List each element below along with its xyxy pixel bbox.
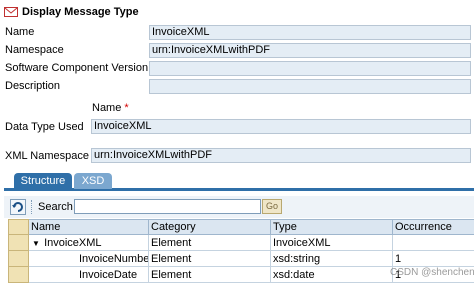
go-button[interactable]: Go (262, 199, 282, 214)
tab-strip: Structure XSD (4, 173, 474, 191)
page-title: Display Message Type (22, 6, 139, 18)
column-header-type[interactable]: Type (270, 219, 393, 235)
row-selector[interactable] (8, 266, 29, 283)
description-label: Description (5, 80, 61, 92)
name-cell: InvoiceDate (28, 266, 149, 283)
search-input[interactable] (74, 199, 261, 214)
search-label: Search (38, 201, 73, 213)
toolbar-divider (31, 200, 33, 214)
column-header-name[interactable]: Name (28, 219, 149, 235)
required-marker: * (124, 102, 129, 114)
data-type-name-text: Name (92, 102, 122, 114)
name-label: Name (5, 26, 35, 38)
row-selector[interactable] (8, 250, 29, 267)
refresh-button[interactable] (10, 199, 26, 215)
tab-structure[interactable]: Structure (14, 173, 72, 189)
description-field[interactable] (149, 79, 471, 94)
watermark: CSDN @shenchen02 (390, 267, 474, 278)
type-cell: InvoiceXML (270, 234, 393, 251)
namespace-field[interactable]: urn:InvoiceXMLwithPDF (149, 43, 471, 58)
tab-xsd[interactable]: XSD (74, 173, 112, 189)
column-header-category[interactable]: Category (148, 219, 271, 235)
category-cell: Element (148, 266, 271, 283)
name-cell: ▼ InvoiceXML (28, 234, 149, 251)
table-header-row: Name Category Type Occurrence (8, 219, 474, 235)
data-type-used-field[interactable]: InvoiceXML (91, 119, 471, 134)
row-selector[interactable] (8, 234, 29, 251)
occurrence-cell: 1 (392, 250, 474, 267)
occurrence-cell (392, 234, 474, 251)
data-type-name-label: Name * (92, 101, 129, 115)
refresh-icon (12, 202, 23, 212)
namespace-label: Namespace (5, 44, 64, 56)
table-toolbar: Search Go (4, 196, 474, 218)
name-cell: InvoiceNumber (28, 250, 149, 267)
software-component-version-label: Software Component Version (5, 62, 149, 74)
page-header: Display Message Type (4, 4, 139, 20)
node-name: InvoiceXML (44, 236, 102, 249)
xml-namespace-field[interactable]: urn:InvoiceXMLwithPDF (91, 148, 471, 163)
message-type-icon (4, 6, 18, 18)
select-all-cell[interactable] (8, 219, 29, 235)
collapse-toggle[interactable]: ▼ (31, 239, 41, 248)
type-cell: xsd:date (270, 266, 393, 283)
column-header-occurrence[interactable]: Occurrence (392, 219, 474, 235)
category-cell: Element (148, 234, 271, 251)
type-cell: xsd:string (270, 250, 393, 267)
software-component-version-field[interactable] (149, 61, 471, 76)
data-type-used-label: Data Type Used (5, 121, 84, 133)
table-row[interactable]: InvoiceNumber Element xsd:string 1 (8, 250, 474, 267)
xml-namespace-label: XML Namespace (5, 150, 89, 162)
category-cell: Element (148, 250, 271, 267)
name-field[interactable]: InvoiceXML (149, 25, 471, 40)
table-row[interactable]: ▼ InvoiceXML Element InvoiceXML (8, 234, 474, 251)
